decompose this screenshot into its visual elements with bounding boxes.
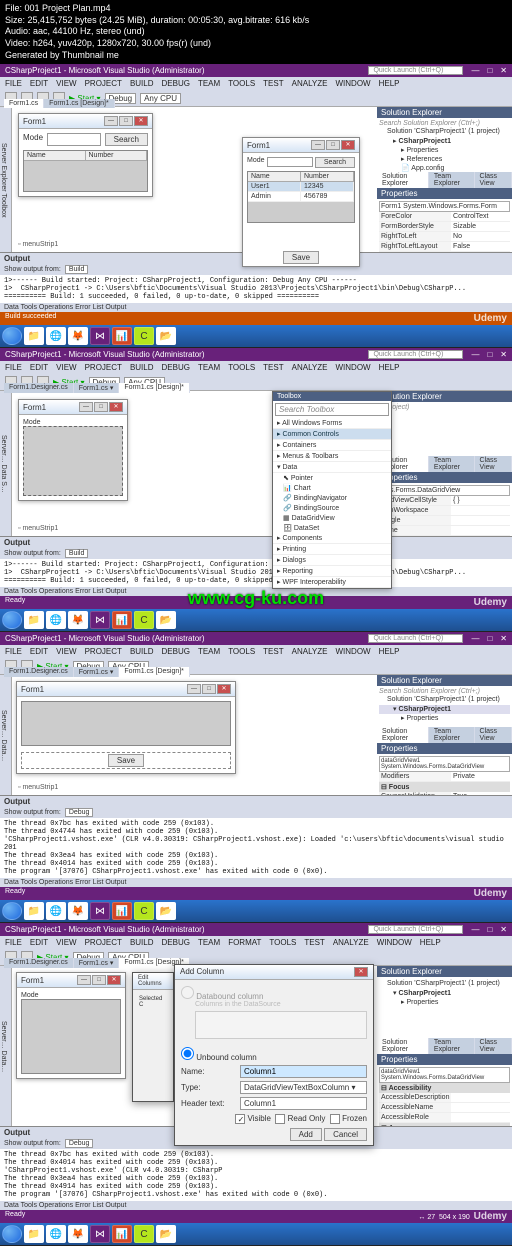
type-dropdown[interactable]: DataGridViewTextBoxColumn ▾: [240, 1081, 367, 1094]
dialog-title: Add Column: [180, 967, 224, 977]
close-icon[interactable]: ✕: [500, 66, 507, 75]
header-text-input[interactable]: Column1: [240, 1097, 367, 1110]
vs-menubar[interactable]: FILEEDITVIEWPROJECTBUILDDEBUGTEAMTOOLSTE…: [0, 361, 512, 374]
cancel-button[interactable]: Cancel: [324, 1128, 367, 1141]
frozen-checkbox[interactable]: [330, 1114, 340, 1124]
mode-input-run[interactable]: [267, 157, 313, 167]
readonly-checkbox[interactable]: [275, 1114, 285, 1124]
mode-input[interactable]: [47, 133, 101, 146]
form1-running[interactable]: Form1—□✕ Mode Search NameNumber User1123…: [242, 137, 360, 267]
left-tool-strip[interactable]: Server Explorer Toolbox: [0, 107, 12, 252]
add-button[interactable]: Add: [290, 1128, 322, 1141]
maximize-icon[interactable]: □: [487, 66, 492, 75]
vs-title-text: CSharpProject1 - Microsoft Visual Studio…: [5, 66, 204, 75]
vs-instance-3: CSharpProject1 - Microsoft Visual Studio…: [0, 632, 512, 923]
folder-open-icon[interactable]: 📂: [156, 327, 176, 345]
toolbox-popup[interactable]: Toolbox Search Toolbox ▸ All Windows For…: [272, 391, 392, 589]
add-column-dialog[interactable]: Add Column✕ Databound column Columns in …: [174, 964, 374, 1146]
bottom-tool-tabs[interactable]: Data Tools Operations Error List Output: [0, 303, 512, 312]
video-metadata: File: 001 Project Plan.mp4 Size: 25,415,…: [0, 0, 512, 64]
solution-explorer-title: Solution Explorer: [377, 107, 512, 118]
quick-launch-input[interactable]: Quick Launch (Ctrl+Q): [368, 66, 463, 75]
vs-titlebar: CSharpProject1 - Microsoft Visual Studio…: [0, 64, 512, 77]
menustrip-label: ▫ menuStrip1: [18, 241, 58, 248]
vs-menubar[interactable]: FILEEDITVIEWPROJECTBUILDDEBUGTEAMTOOLSTE…: [0, 77, 512, 90]
properties-grid[interactable]: Form1 System.Windows.Forms.Form ForeColo…: [377, 199, 512, 253]
form1-design-preview[interactable]: Form1—□✕ Mode Search NameNumber: [18, 113, 153, 197]
firefox-icon[interactable]: 🦊: [68, 327, 88, 345]
chrome-icon[interactable]: 🌐: [46, 327, 66, 345]
designer-canvas-2[interactable]: Form1.Designer.cs Form1.cs ▾ Form1.cs [D…: [12, 391, 377, 536]
data-grid-empty[interactable]: NameNumber: [23, 150, 148, 192]
name-input[interactable]: Column1: [240, 1065, 367, 1078]
camtasia-icon[interactable]: C: [134, 327, 154, 345]
toolbox-search[interactable]: Search Toolbox: [275, 403, 389, 416]
output-source-dropdown[interactable]: Build: [65, 265, 89, 274]
tab-form1-design[interactable]: Form1.cs [Design]*: [44, 99, 114, 108]
vs-taskbar-icon[interactable]: ⋈: [90, 327, 110, 345]
designer-canvas[interactable]: Form1.cs Form1.cs [Design]* Form1—□✕ Mod…: [12, 107, 377, 252]
watermark-text: www.cg-ku.com: [188, 588, 324, 609]
data-grid-filled[interactable]: NameNumber User112345 Admin456789: [247, 171, 355, 223]
tab-form1-cs[interactable]: Form1.cs: [4, 99, 43, 108]
vs-instance-4: CSharpProject1 - Microsoft Visual Studio…: [0, 923, 512, 1246]
solution-tree[interactable]: Search Solution Explorer (Ctrl+;) Soluti…: [377, 118, 512, 172]
explorer-icon[interactable]: 📁: [24, 327, 44, 345]
edit-columns-dialog-peek[interactable]: Edit Columns Selected C: [132, 972, 174, 1102]
designer-size-indicator: 504 x 190: [439, 1214, 470, 1221]
form1-behind: Form1—□✕ Mode: [16, 972, 126, 1079]
minimize-icon[interactable]: —: [471, 66, 479, 75]
statusbar: Build succeededUdemy: [0, 312, 512, 325]
start-orb-icon[interactable]: [2, 327, 22, 345]
platform-dropdown[interactable]: Any CPU: [140, 93, 181, 104]
vs-instance-1: CSharpProject1 - Microsoft Visual Studio…: [0, 64, 512, 348]
radio-databound: [181, 986, 194, 999]
mode-label: Mode: [23, 133, 43, 146]
form1-design-2[interactable]: Form1—□✕ Mode: [18, 399, 128, 501]
visible-checkbox[interactable]: ✓: [235, 1114, 245, 1124]
save-button[interactable]: Save: [283, 251, 319, 264]
form-title: Form1: [23, 117, 46, 126]
right-panels: Solution Explorer Search Solution Explor…: [377, 107, 512, 252]
save-button-selected[interactable]: Save: [108, 754, 144, 767]
search-button[interactable]: Search: [105, 133, 148, 146]
windows-taskbar[interactable]: 📁 🌐 🦊 ⋈ 📊 C 📂: [0, 325, 512, 347]
close-icon[interactable]: ✕: [354, 967, 368, 977]
search-button-run[interactable]: Search: [315, 157, 355, 168]
build-output-text: 1>------ Build started: Project: CSharpP…: [0, 275, 512, 303]
properties-title: Properties: [377, 188, 512, 199]
office-icon[interactable]: 📊: [112, 327, 132, 345]
datagrid-placeholder[interactable]: [23, 426, 123, 496]
form1-with-save[interactable]: Form1—□✕ Save: [16, 681, 236, 774]
toolbox-title: Toolbox: [273, 392, 391, 401]
radio-unbound[interactable]: [181, 1047, 194, 1060]
